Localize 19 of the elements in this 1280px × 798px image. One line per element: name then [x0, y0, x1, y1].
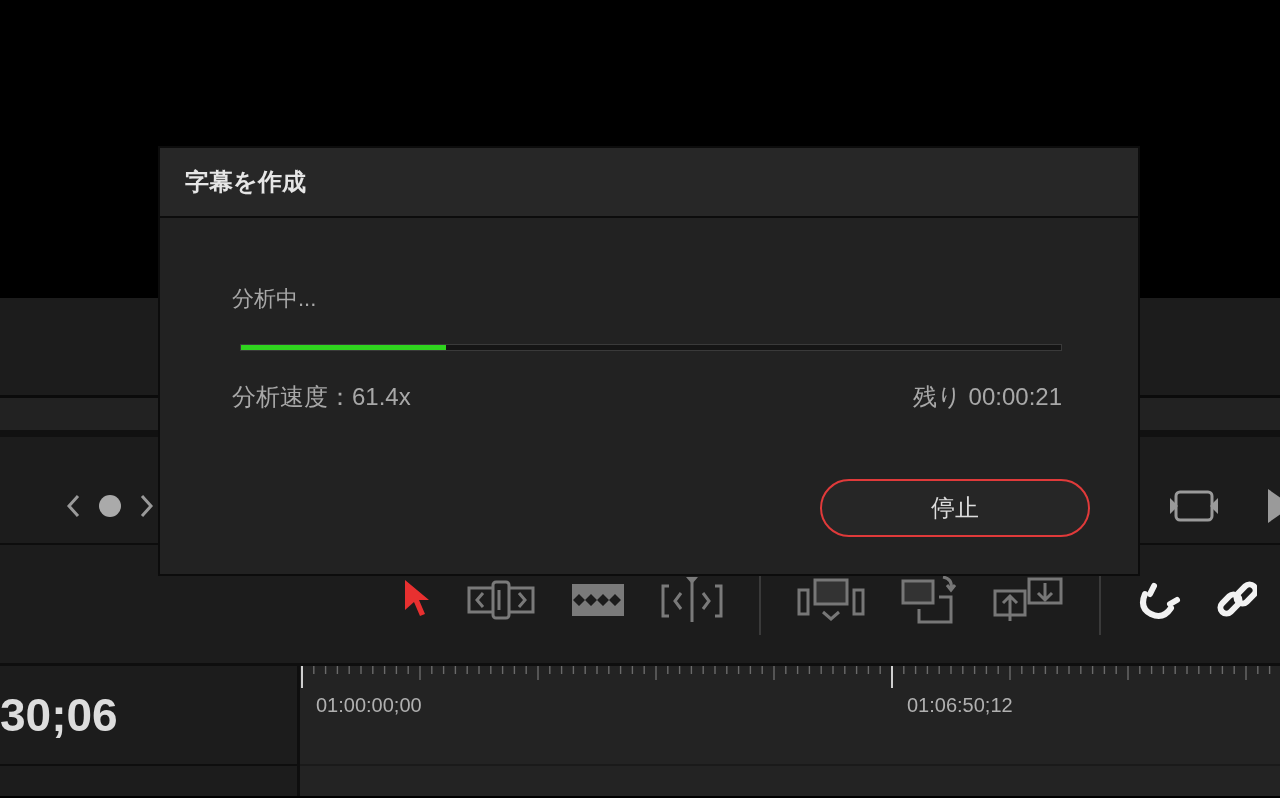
timecode: 30;06: [0, 688, 118, 742]
link-icon[interactable]: [1217, 580, 1257, 620]
dynamic-trim-icon[interactable]: [661, 576, 723, 624]
dot-icon[interactable]: [98, 494, 122, 518]
blade-icon[interactable]: [571, 583, 625, 617]
speed-text: 分析速度：61.4x: [232, 382, 411, 412]
remaining-text: 残り 00:00:21: [912, 382, 1062, 412]
status-text: 分析中...: [232, 285, 318, 313]
stop-button[interactable]: 停止: [820, 479, 1090, 537]
magnet-icon[interactable]: [1137, 580, 1181, 620]
overwrite-icon[interactable]: [797, 578, 865, 622]
fit-icon[interactable]: [1170, 490, 1218, 522]
ruler-label: 01:00:00;00: [316, 694, 423, 717]
ruler-label: 01:06:50;12: [907, 694, 1014, 717]
next-icon[interactable]: [140, 494, 154, 518]
previous-icon[interactable]: [66, 494, 80, 518]
trim-icon[interactable]: [467, 580, 535, 620]
replace-icon[interactable]: [901, 575, 957, 625]
dialog-title: 字幕を作成: [185, 167, 306, 197]
